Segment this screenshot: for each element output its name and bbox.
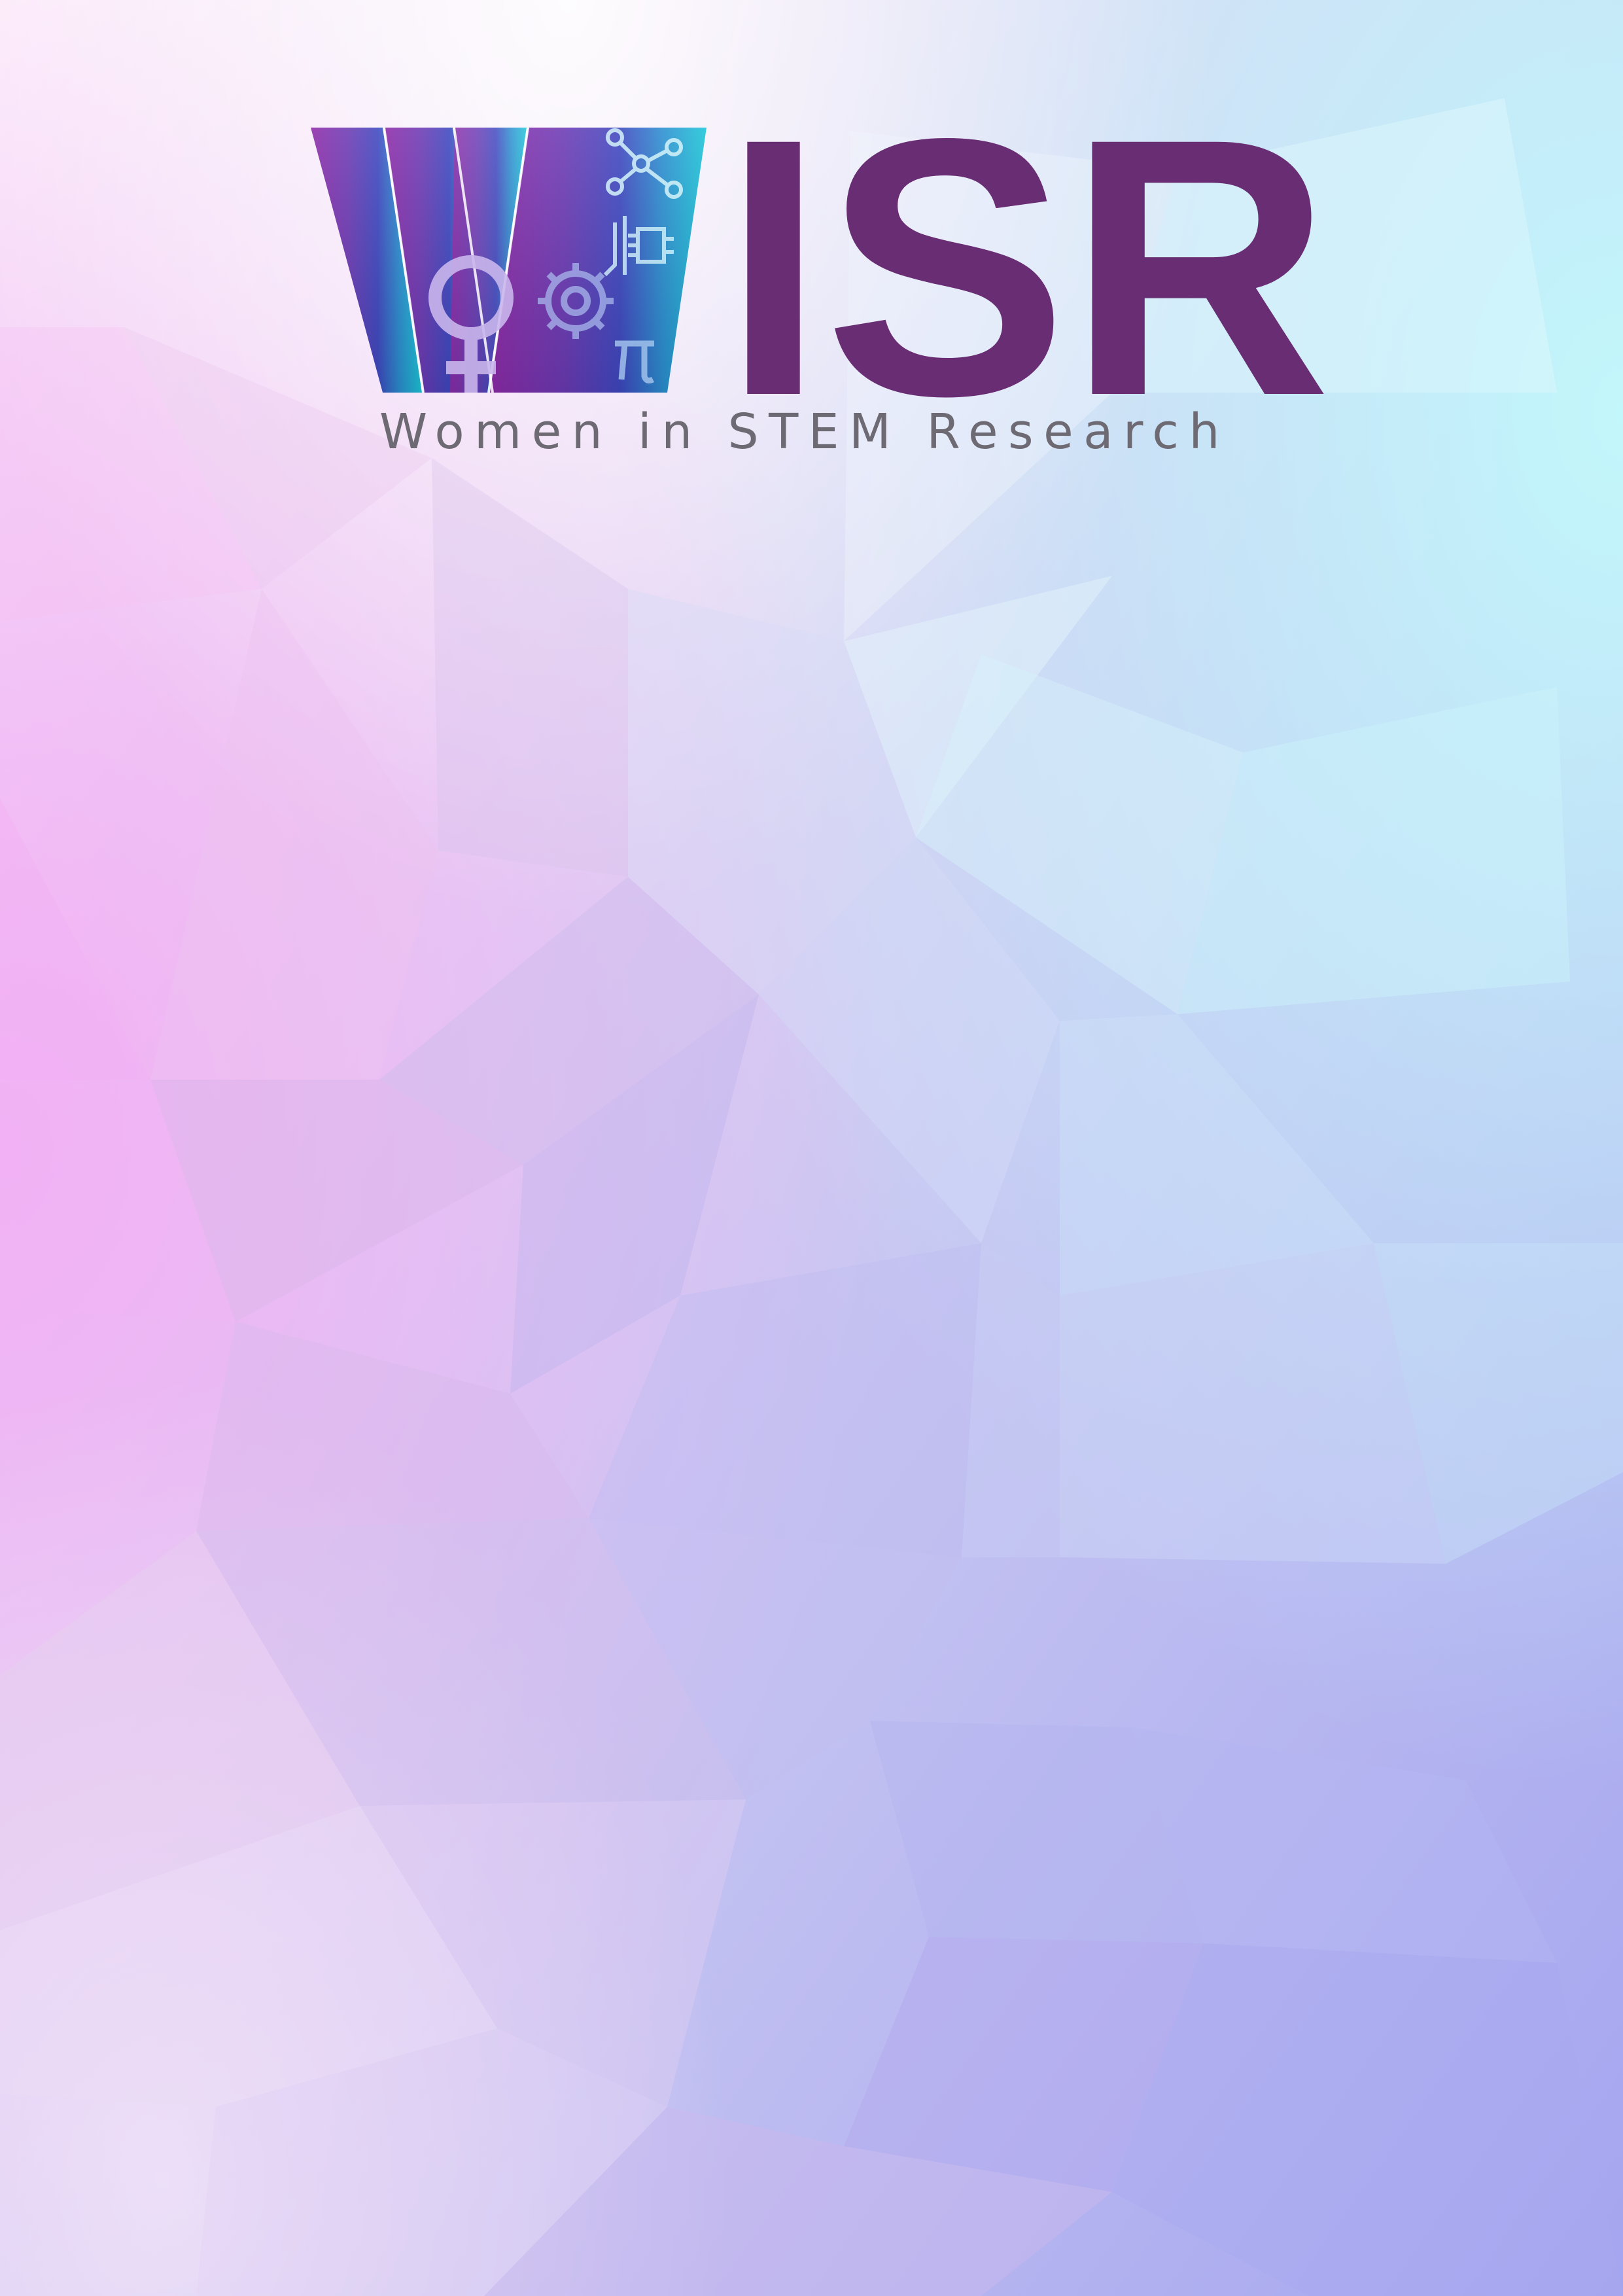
tagline: Women in STEM Research — [379, 404, 1230, 460]
w-letter-mark — [311, 127, 707, 393]
